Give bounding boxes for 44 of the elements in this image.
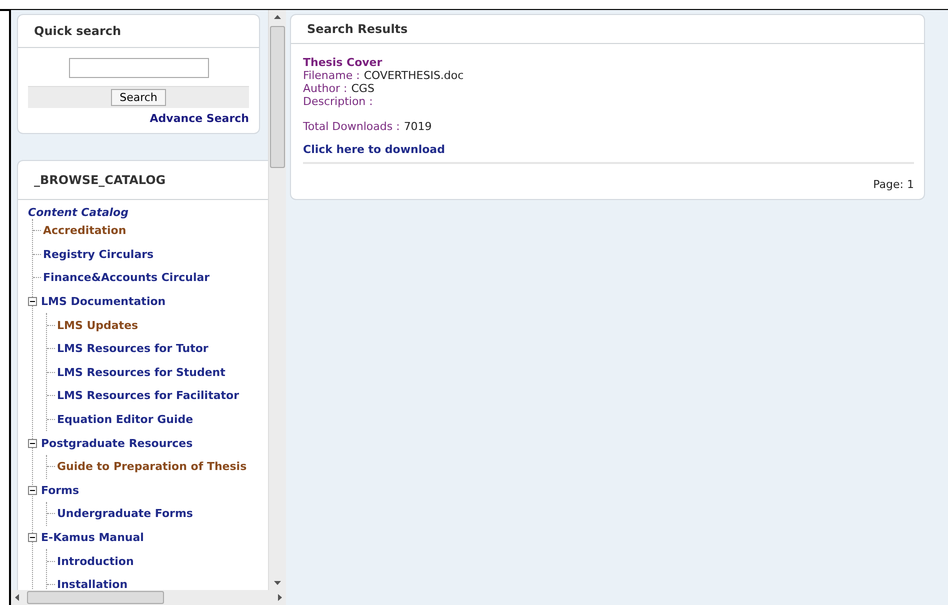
panel-title: Search Results: [291, 15, 924, 44]
scroll-thumb[interactable]: [27, 591, 164, 604]
tree-item-link[interactable]: Registry Circulars: [43, 248, 154, 261]
collapse-icon[interactable]: [28, 533, 37, 542]
tree-root-link[interactable]: Content Catalog: [28, 206, 268, 219]
tree-item-link[interactable]: E-Kamus Manual: [41, 531, 144, 544]
scroll-up-icon[interactable]: [274, 15, 281, 19]
result-title: Thesis Cover: [303, 56, 384, 69]
tree-item-link[interactable]: Introduction: [57, 554, 134, 568]
tree-item-link[interactable]: Forms: [41, 484, 80, 497]
tree-item-link[interactable]: LMS Resources for Tutor: [57, 342, 208, 356]
tree-item-link[interactable]: Guide to Preparation of Thesis: [57, 460, 247, 474]
search-button[interactable]: Search: [110, 89, 166, 106]
field-label: Author :: [303, 82, 348, 95]
collapse-icon[interactable]: [28, 297, 37, 306]
tree-item-link[interactable]: Finance&Accounts Circular: [43, 271, 210, 284]
advance-search-link[interactable]: Advance Search: [150, 112, 249, 125]
field-label: Filename :: [303, 69, 360, 82]
collapse-icon[interactable]: [28, 486, 37, 495]
field-label: Total Downloads :: [303, 120, 400, 133]
horizontal-scrollbar[interactable]: [11, 590, 286, 605]
field-value: COVERTHESIS.doc: [364, 69, 464, 82]
field-label: Description :: [303, 95, 373, 108]
tree-item-link[interactable]: LMS Updates: [57, 318, 138, 332]
tree-item-link[interactable]: Equation Editor Guide: [57, 413, 194, 426]
tree-item-link[interactable]: Accreditation: [43, 224, 126, 238]
tree-item-link[interactable]: LMS Resources for Facilitator: [57, 389, 239, 402]
download-count: 7019: [404, 120, 432, 133]
scroll-thumb[interactable]: [270, 26, 285, 168]
tree-item-link[interactable]: Postgraduate Resources: [41, 436, 193, 450]
collapse-icon[interactable]: [28, 438, 37, 448]
download-link[interactable]: Click here to download: [303, 143, 914, 156]
page-indicator: Page: 1: [873, 178, 914, 191]
vertical-scrollbar[interactable]: [268, 10, 286, 590]
field-value: CGS: [351, 82, 374, 95]
tree-item-link[interactable]: Installation: [57, 578, 128, 590]
tree-item-link[interactable]: LMS Documentation: [41, 295, 166, 308]
tree-item-link[interactable]: LMS Resources for Student: [57, 366, 226, 379]
search-field[interactable]: [68, 58, 208, 78]
tree-item-link[interactable]: Undergraduate Forms: [57, 507, 193, 520]
panel-title: Quick search: [18, 15, 259, 48]
scroll-left-icon[interactable]: [15, 594, 19, 601]
scroll-right-icon[interactable]: [278, 594, 282, 601]
scroll-down-icon[interactable]: [274, 581, 281, 585]
